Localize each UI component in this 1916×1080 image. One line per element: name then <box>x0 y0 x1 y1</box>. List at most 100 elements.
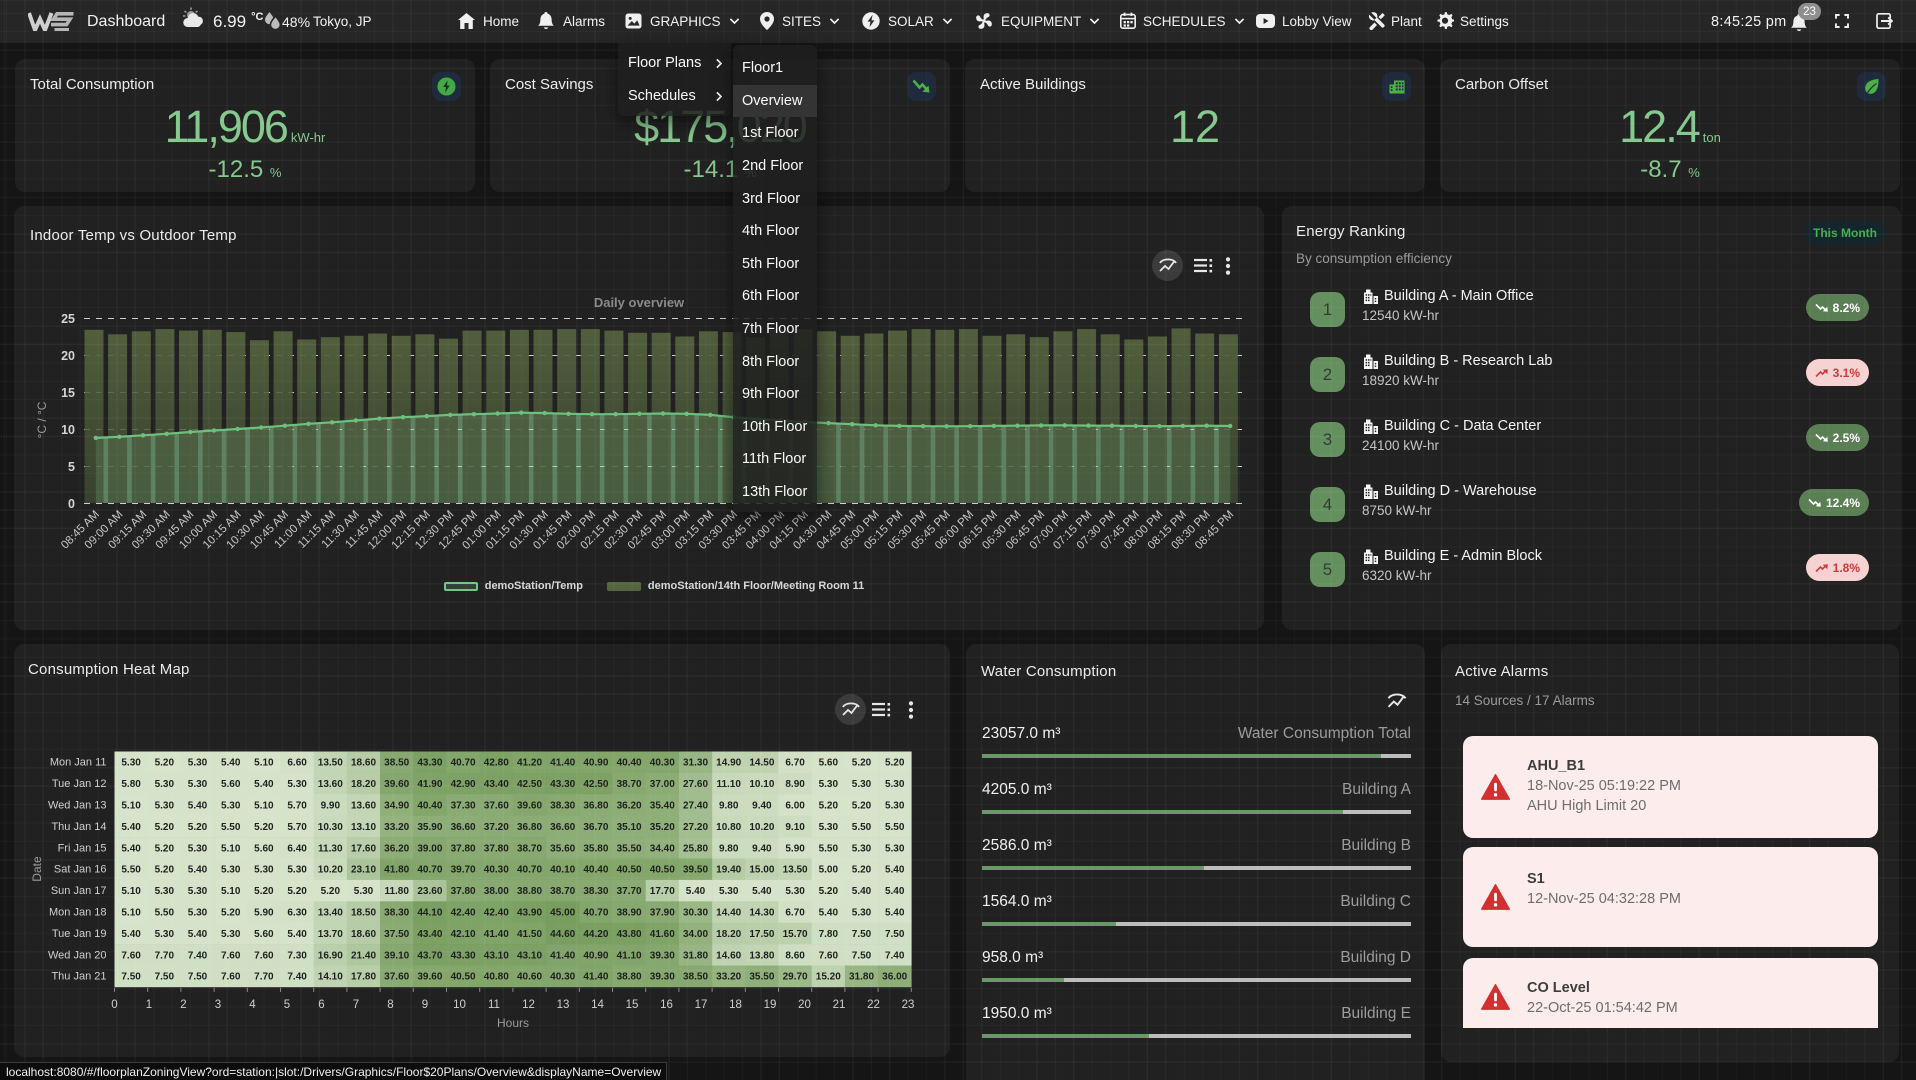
svg-text:15: 15 <box>626 999 639 1011</box>
svg-text:27.20: 27.20 <box>683 822 708 833</box>
svg-text:7.60: 7.60 <box>221 950 241 961</box>
svg-text:40.40: 40.40 <box>583 865 608 876</box>
svg-text:°C / °C: °C / °C <box>35 401 49 438</box>
svg-text:14.30: 14.30 <box>749 908 774 919</box>
svg-text:18.50: 18.50 <box>351 908 376 919</box>
svg-text:35.50: 35.50 <box>749 972 774 983</box>
svg-text:Fri Jan 15: Fri Jan 15 <box>58 842 107 854</box>
svg-text:43.30: 43.30 <box>550 779 575 790</box>
svg-text:43.70: 43.70 <box>417 950 442 961</box>
svg-text:40.40: 40.40 <box>417 801 442 812</box>
svg-text:20: 20 <box>61 349 75 363</box>
svg-text:5.10: 5.10 <box>221 843 241 854</box>
svg-text:5: 5 <box>68 460 75 474</box>
svg-text:38.70: 38.70 <box>550 886 575 897</box>
svg-text:27.40: 27.40 <box>683 801 708 812</box>
svg-text:13.70: 13.70 <box>318 929 343 940</box>
svg-text:5.20: 5.20 <box>221 908 241 919</box>
svg-text:Hours: Hours <box>497 1016 529 1030</box>
svg-text:12: 12 <box>522 999 535 1011</box>
svg-text:11.30: 11.30 <box>318 843 343 854</box>
svg-text:17.60: 17.60 <box>351 843 376 854</box>
svg-text:13.10: 13.10 <box>351 822 376 833</box>
svg-text:44.20: 44.20 <box>583 929 608 940</box>
svg-text:14.60: 14.60 <box>716 950 741 961</box>
svg-text:37.00: 37.00 <box>650 779 675 790</box>
svg-text:44.10: 44.10 <box>417 908 442 919</box>
svg-text:5.40: 5.40 <box>752 886 772 897</box>
svg-text:37.60: 37.60 <box>484 801 509 812</box>
svg-text:5.10: 5.10 <box>121 908 141 919</box>
svg-text:5.80: 5.80 <box>121 779 141 790</box>
svg-text:13.40: 13.40 <box>318 908 343 919</box>
svg-text:13.60: 13.60 <box>318 779 343 790</box>
svg-text:5.30: 5.30 <box>287 865 307 876</box>
svg-text:16: 16 <box>660 999 673 1011</box>
svg-text:5.60: 5.60 <box>254 929 274 940</box>
svg-text:5.60: 5.60 <box>221 779 241 790</box>
svg-text:37.90: 37.90 <box>650 908 675 919</box>
svg-text:8.90: 8.90 <box>785 779 805 790</box>
svg-text:7.50: 7.50 <box>155 972 175 983</box>
svg-text:7.50: 7.50 <box>852 929 872 940</box>
svg-text:5.50: 5.50 <box>819 843 839 854</box>
svg-text:5.30: 5.30 <box>852 779 872 790</box>
svg-text:10: 10 <box>453 999 466 1011</box>
svg-text:10.80: 10.80 <box>716 822 741 833</box>
svg-text:13.50: 13.50 <box>318 758 343 769</box>
svg-text:10: 10 <box>61 423 75 437</box>
svg-text:41.10: 41.10 <box>617 950 642 961</box>
svg-text:2: 2 <box>180 999 186 1011</box>
svg-text:5: 5 <box>284 999 290 1011</box>
svg-text:7.40: 7.40 <box>287 972 307 983</box>
svg-text:5.50: 5.50 <box>852 822 872 833</box>
svg-text:5.30: 5.30 <box>188 843 208 854</box>
svg-text:13: 13 <box>557 999 570 1011</box>
svg-text:39.30: 39.30 <box>650 972 675 983</box>
svg-text:6.40: 6.40 <box>287 843 307 854</box>
svg-text:Date: Date <box>30 856 44 882</box>
svg-text:36.70: 36.70 <box>583 822 608 833</box>
svg-text:5.30: 5.30 <box>188 779 208 790</box>
svg-text:15.70: 15.70 <box>783 929 808 940</box>
svg-text:Sun Jan 17: Sun Jan 17 <box>51 885 107 897</box>
svg-text:37.50: 37.50 <box>384 929 409 940</box>
svg-text:5.20: 5.20 <box>155 758 175 769</box>
svg-text:15: 15 <box>61 386 75 400</box>
svg-text:21: 21 <box>833 999 846 1011</box>
svg-text:15.00: 15.00 <box>749 865 774 876</box>
svg-text:5.50: 5.50 <box>121 865 141 876</box>
svg-text:38.50: 38.50 <box>384 758 409 769</box>
svg-text:35.90: 35.90 <box>417 822 442 833</box>
svg-text:40.10: 40.10 <box>550 865 575 876</box>
svg-text:5.30: 5.30 <box>852 908 872 919</box>
svg-text:23.60: 23.60 <box>417 886 442 897</box>
svg-text:5.20: 5.20 <box>155 822 175 833</box>
svg-text:33.20: 33.20 <box>384 822 409 833</box>
svg-text:43.10: 43.10 <box>517 950 542 961</box>
svg-text:5.30: 5.30 <box>885 801 905 812</box>
svg-text:38.70: 38.70 <box>517 843 542 854</box>
svg-text:0: 0 <box>111 999 117 1011</box>
svg-text:40.50: 40.50 <box>650 865 675 876</box>
svg-text:39.60: 39.60 <box>517 801 542 812</box>
svg-text:5.30: 5.30 <box>221 865 241 876</box>
svg-text:7.80: 7.80 <box>819 929 839 940</box>
svg-text:5.40: 5.40 <box>852 886 872 897</box>
svg-text:40.40: 40.40 <box>617 758 642 769</box>
svg-text:5.10: 5.10 <box>254 758 274 769</box>
svg-text:1: 1 <box>146 999 152 1011</box>
svg-text:39.60: 39.60 <box>417 972 442 983</box>
svg-text:7.60: 7.60 <box>819 950 839 961</box>
svg-text:9.10: 9.10 <box>785 822 805 833</box>
svg-text:38.30: 38.30 <box>384 908 409 919</box>
svg-text:5.10: 5.10 <box>254 801 274 812</box>
svg-text:38.30: 38.30 <box>550 801 575 812</box>
svg-text:7.70: 7.70 <box>155 950 175 961</box>
svg-text:9.80: 9.80 <box>719 801 739 812</box>
svg-text:33.20: 33.20 <box>716 972 741 983</box>
svg-text:5.50: 5.50 <box>221 822 241 833</box>
svg-text:5.30: 5.30 <box>885 779 905 790</box>
svg-text:42.50: 42.50 <box>583 779 608 790</box>
svg-text:35.10: 35.10 <box>617 822 642 833</box>
